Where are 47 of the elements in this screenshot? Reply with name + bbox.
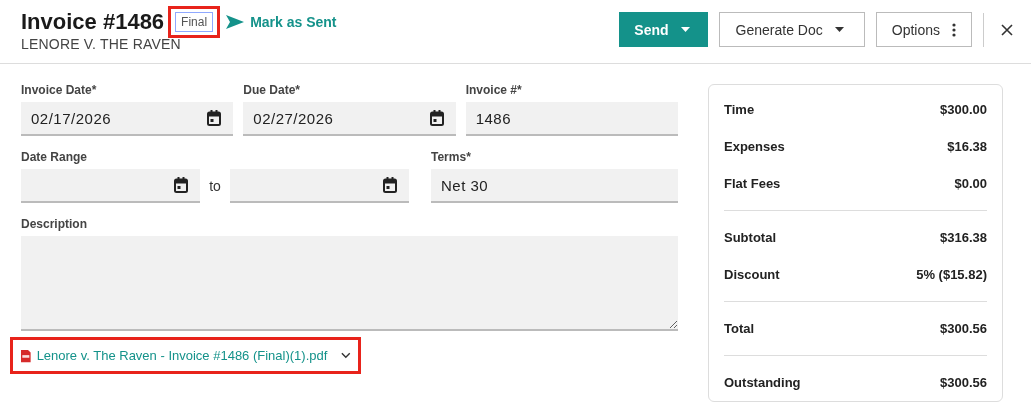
date-field[interactable] <box>229 169 409 203</box>
summary-label: Subtotal <box>724 230 776 245</box>
invoice-title: Invoice #1486 <box>21 9 165 35</box>
summary-value: $16.38 <box>947 139 987 154</box>
mark-as-sent-link[interactable]: Mark as Sent <box>226 14 337 30</box>
close-icon <box>1001 23 1013 36</box>
range-separator: to <box>209 178 221 194</box>
calendar-icon <box>174 177 189 193</box>
action-button[interactable]: Generate Doc <box>718 12 865 47</box>
input-field[interactable]: 1486 <box>465 102 678 136</box>
caret-icon <box>680 27 690 32</box>
summary-label: Total <box>724 321 755 336</box>
client-name: LENORE V. THE RAVEN <box>21 36 182 52</box>
input-field[interactable]: Net 30 <box>431 169 678 203</box>
summary-value: $300.56 <box>940 375 987 390</box>
field-label: Invoice #* <box>465 83 523 97</box>
calendar-icon <box>429 110 444 126</box>
summary-value: $0.00 <box>954 176 987 191</box>
attachment-link[interactable]: Lenore v. The Raven - Invoice #1486 (Final)(1).pdf <box>36 348 328 363</box>
date-field[interactable]: 02/17/2026 <box>21 102 234 136</box>
summary-label: Time <box>724 102 755 117</box>
description-field[interactable] <box>21 236 678 331</box>
summary-label: Flat Fees <box>724 176 781 191</box>
field-label: Invoice Date* <box>21 83 98 97</box>
summary-value: $300.56 <box>940 321 987 336</box>
status-badge: Final <box>175 12 214 32</box>
action-button[interactable]: Options <box>875 12 972 47</box>
more-icon <box>952 22 956 37</box>
field-label: Description <box>21 217 88 231</box>
summary-value: 5% ($15.82) <box>916 267 987 282</box>
date-field[interactable]: 02/27/2026 <box>243 102 456 136</box>
summary-label: Discount <box>724 267 780 282</box>
action-button[interactable]: Send <box>619 12 708 47</box>
field-label: Due Date* <box>243 83 301 97</box>
calendar-icon <box>207 110 222 126</box>
pdf-file-icon <box>21 348 31 363</box>
chevron-down-icon <box>341 352 351 359</box>
calendar-icon <box>383 177 397 193</box>
field-label: Terms* <box>431 150 472 164</box>
field-label: Date Range <box>21 150 89 164</box>
send-icon <box>226 15 245 29</box>
summary-value: $300.00 <box>940 102 987 117</box>
date-field[interactable] <box>21 169 201 203</box>
summary-label: Expenses <box>724 139 785 154</box>
caret-icon <box>834 27 844 32</box>
summary-value: $316.38 <box>940 230 987 245</box>
summary-label: Outstanding <box>724 375 801 390</box>
